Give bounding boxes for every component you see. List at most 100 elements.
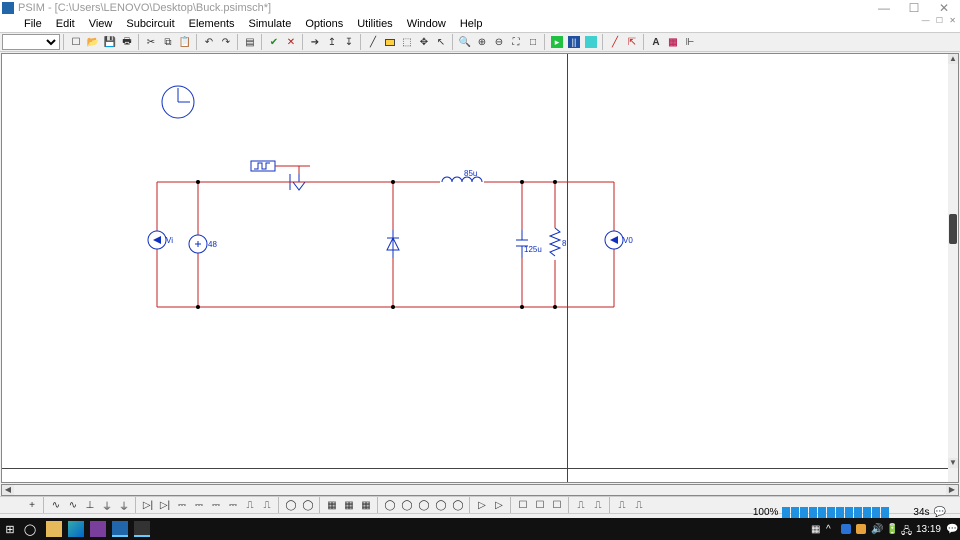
- pause-icon[interactable]: ||: [566, 34, 582, 50]
- run-icon[interactable]: ▸: [549, 34, 565, 50]
- tool-gate-icon[interactable]: ⎍: [242, 497, 258, 513]
- tool-3ph3-icon[interactable]: ▦: [358, 497, 374, 513]
- app-taskbar-icon[interactable]: [134, 521, 150, 537]
- tool-switch1-icon[interactable]: ⎓: [174, 497, 190, 513]
- tool-block1-icon[interactable]: ☐: [515, 497, 531, 513]
- open-icon[interactable]: 📂: [85, 34, 101, 50]
- find-icon[interactable]: 🔍: [457, 34, 473, 50]
- schematic-canvas[interactable]: Vi 48 85u: [1, 53, 959, 483]
- comment-icon[interactable]: 💬: [934, 507, 946, 518]
- psim-taskbar-icon[interactable]: [112, 521, 128, 537]
- menu-subcircuit[interactable]: Subcircuit: [120, 18, 180, 30]
- tool-extra1-icon[interactable]: ⎍: [614, 497, 630, 513]
- start-button[interactable]: ⊞: [0, 523, 20, 536]
- save-icon[interactable]: 💾: [102, 34, 118, 50]
- undo-icon[interactable]: ↶: [201, 34, 217, 50]
- maximize-button[interactable]: ☐: [904, 1, 924, 15]
- tool-opamp-icon[interactable]: ▷: [474, 497, 490, 513]
- element-icon[interactable]: ⊩: [682, 34, 698, 50]
- zoomin-icon[interactable]: ⊕: [474, 34, 490, 50]
- diode[interactable]: [387, 230, 399, 258]
- image-icon[interactable]: ▦: [665, 34, 681, 50]
- dc-source[interactable]: 48: [189, 235, 217, 253]
- tool-probe2-icon[interactable]: ◯: [399, 497, 415, 513]
- menu-edit[interactable]: Edit: [50, 18, 81, 30]
- zoomsel-icon[interactable]: □: [525, 34, 541, 50]
- new-icon[interactable]: ☐: [68, 34, 84, 50]
- cut-icon[interactable]: ✂: [143, 34, 159, 50]
- delete-icon[interactable]: ✕: [283, 34, 299, 50]
- wire-icon[interactable]: ╱: [365, 34, 381, 50]
- tool-ctrl1-icon[interactable]: ⎍: [573, 497, 589, 513]
- menu-elements[interactable]: Elements: [183, 18, 241, 30]
- menu-simulate[interactable]: Simulate: [243, 18, 298, 30]
- mdi-controls[interactable]: — ☐ ✕: [922, 16, 958, 25]
- menu-help[interactable]: Help: [454, 18, 489, 30]
- onenote-icon[interactable]: [90, 521, 106, 537]
- tool-probe5-icon[interactable]: ◯: [450, 497, 466, 513]
- tool-extra2-icon[interactable]: ⎍: [631, 497, 647, 513]
- check-icon[interactable]: ✔: [266, 34, 282, 50]
- tool-comp-icon[interactable]: ▷: [491, 497, 507, 513]
- down-icon[interactable]: ↧: [341, 34, 357, 50]
- graph-icon[interactable]: [583, 34, 599, 50]
- tool-plus-icon[interactable]: +: [24, 497, 40, 513]
- paste-icon[interactable]: 📋: [177, 34, 193, 50]
- tray-bluetooth-icon[interactable]: [841, 524, 851, 534]
- library-icon[interactable]: ▤: [242, 34, 258, 50]
- menu-window[interactable]: Window: [401, 18, 452, 30]
- probe-v-icon[interactable]: ╱: [607, 34, 623, 50]
- zoomfit-icon[interactable]: ⛶: [508, 34, 524, 50]
- tool-probe3-icon[interactable]: ◯: [416, 497, 432, 513]
- scroll-down-icon[interactable]: ▼: [948, 458, 958, 468]
- label-icon[interactable]: [382, 34, 398, 50]
- capacitor[interactable]: 125u: [514, 230, 542, 258]
- tool-switch2-icon[interactable]: ⎓: [191, 497, 207, 513]
- probe-i-icon[interactable]: ⇱: [624, 34, 640, 50]
- tool-block3-icon[interactable]: ☐: [549, 497, 565, 513]
- tool-resistor-icon[interactable]: ∿: [48, 497, 64, 513]
- vmeter-out[interactable]: V0: [605, 231, 633, 249]
- tray-volume-icon[interactable]: 🔊: [871, 524, 881, 534]
- tray-chevron-icon[interactable]: ^: [826, 524, 836, 534]
- inductor[interactable]: 85u: [440, 169, 484, 186]
- tool-vsrc-icon[interactable]: ◯: [283, 497, 299, 513]
- clock-text[interactable]: 13:19: [916, 524, 941, 535]
- tray-battery-icon[interactable]: 🔋: [886, 524, 896, 534]
- notification-icon[interactable]: 💬: [946, 524, 956, 534]
- scroll-up-icon[interactable]: ▲: [948, 54, 958, 64]
- tool-block2-icon[interactable]: ☐: [532, 497, 548, 513]
- select-icon[interactable]: ⬚: [399, 34, 415, 50]
- menu-options[interactable]: Options: [299, 18, 349, 30]
- tool-isrc-icon[interactable]: ◯: [300, 497, 316, 513]
- tool-thyristor-icon[interactable]: ▷|: [157, 497, 173, 513]
- pointer-icon[interactable]: ↖: [433, 34, 449, 50]
- tool-switch3-icon[interactable]: ⎓: [208, 497, 224, 513]
- scroll-right-icon[interactable]: ▶: [946, 485, 958, 495]
- move-icon[interactable]: ✥: [416, 34, 432, 50]
- tool-switch4-icon[interactable]: ⎓: [225, 497, 241, 513]
- tool-probe1-icon[interactable]: ◯: [382, 497, 398, 513]
- menu-utilities[interactable]: Utilities: [351, 18, 398, 30]
- text-icon[interactable]: A: [648, 34, 664, 50]
- close-button[interactable]: ✕: [934, 1, 954, 15]
- minimize-button[interactable]: —: [874, 1, 894, 15]
- menu-view[interactable]: View: [83, 18, 119, 30]
- tool-probe4-icon[interactable]: ◯: [433, 497, 449, 513]
- scroll-left-icon[interactable]: ◀: [2, 485, 14, 495]
- tool-3ph1-icon[interactable]: ▦: [324, 497, 340, 513]
- tray-shield-icon[interactable]: [856, 524, 866, 534]
- zoomout-icon[interactable]: ⊖: [491, 34, 507, 50]
- scroll-thumb-v[interactable]: [949, 214, 957, 244]
- tray-grid-icon[interactable]: ▦: [811, 524, 821, 534]
- tool-pwm-icon[interactable]: ⎍: [259, 497, 275, 513]
- scrollbar-v[interactable]: ▲ ▼: [948, 54, 958, 482]
- tool-diode-icon[interactable]: ▷|: [140, 497, 156, 513]
- resistor[interactable]: 8: [549, 228, 567, 260]
- tool-ground2-icon[interactable]: ⏚: [116, 497, 132, 513]
- tool-inductor-icon[interactable]: ∿: [65, 497, 81, 513]
- redo-icon[interactable]: ↷: [218, 34, 234, 50]
- go-icon[interactable]: ➔: [307, 34, 323, 50]
- tray-network-icon[interactable]: 🖧: [901, 524, 911, 534]
- tool-ctrl2-icon[interactable]: ⎍: [590, 497, 606, 513]
